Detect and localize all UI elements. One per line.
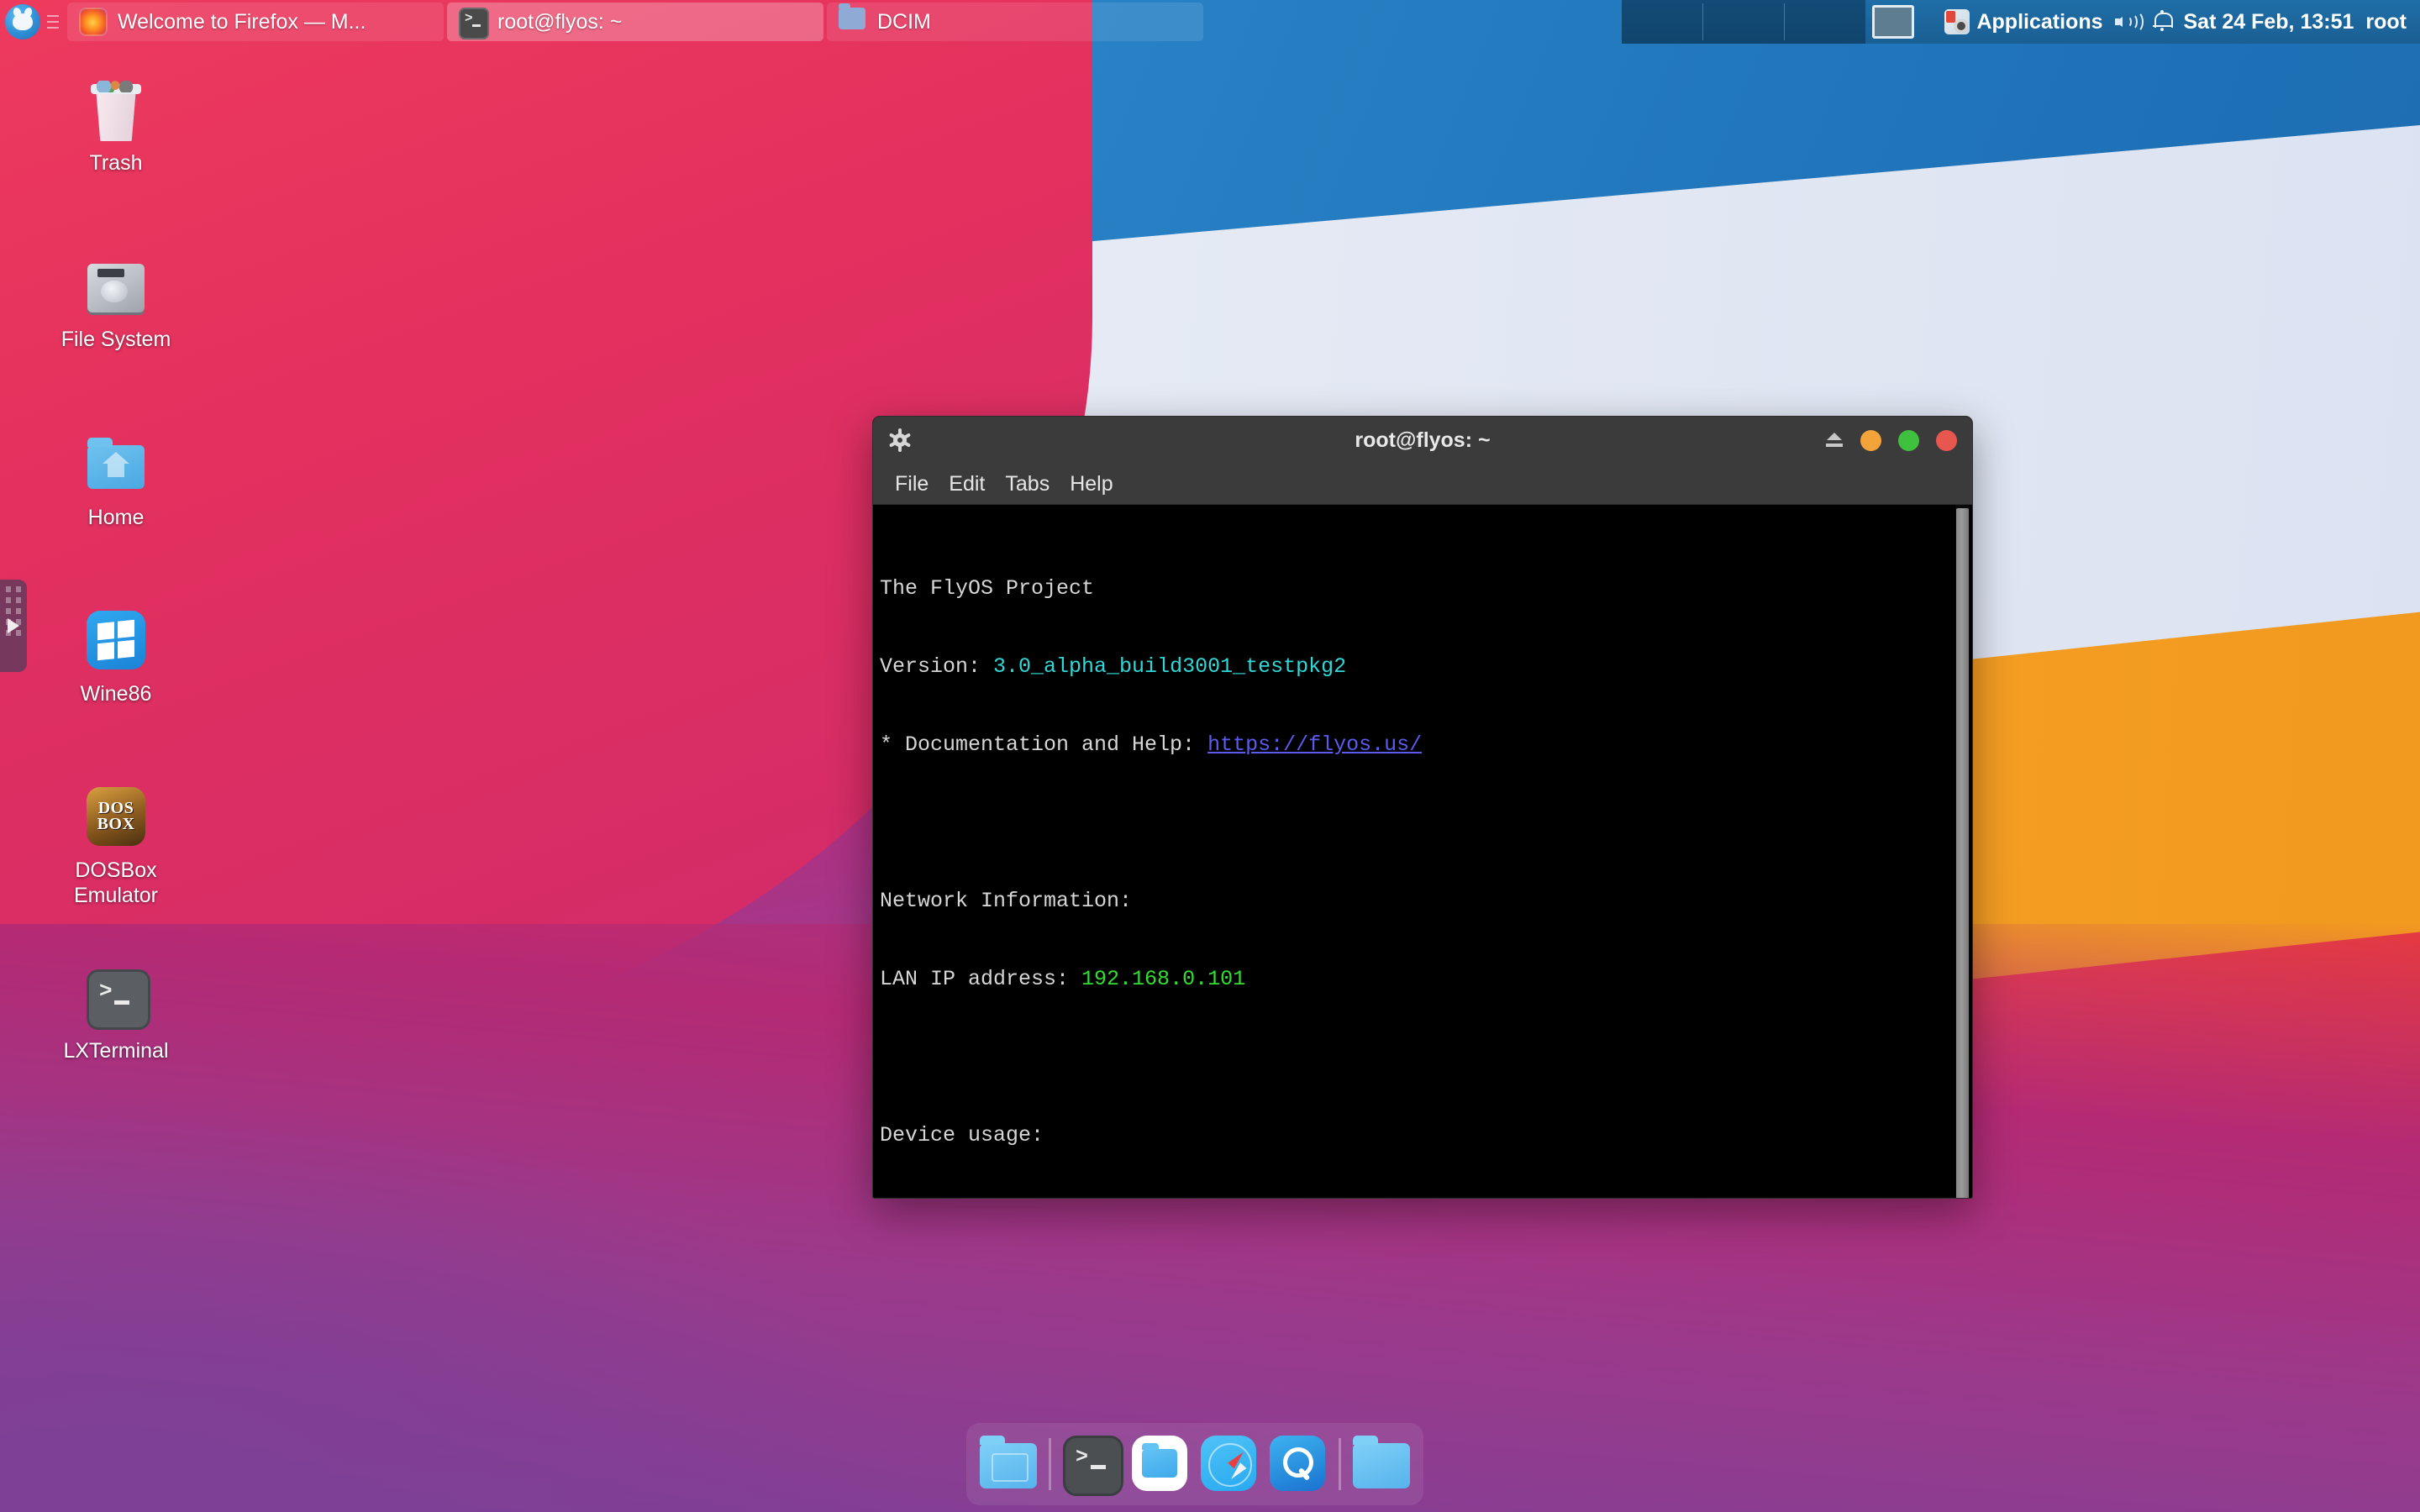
terminal-line-network-header: Network Information: [880,888,1972,914]
desktop-screen: Trash File System Home Wine86 DOS BOX DO… [0,0,2420,1512]
system-tray: Applications Sat 24 Feb, 13:51 root [1931,0,2420,44]
terminal-blank-1 [880,810,1972,836]
dock-item-browser[interactable] [1201,1436,1258,1493]
gear-icon[interactable] [888,428,912,452]
dock-separator [1049,1438,1051,1490]
task-button-firefox[interactable]: Welcome to Firefox — M... [67,3,444,41]
terminal-line-docs: * Documentation and Help: https://flyos.… [880,732,1972,758]
terminal-line-lan: LAN IP address: 192.168.0.101 [880,966,1972,992]
terminal-window[interactable]: root@flyos: ~ File Edit Tabs Help The Fl… [872,416,1973,1199]
top-panel: Welcome to Firefox — M... root@flyos: ~ … [0,0,2420,44]
docs-label: * Documentation and Help: [880,732,1208,757]
workspace-3[interactable] [1785,3,1865,40]
dock-item-file-manager[interactable] [980,1436,1037,1493]
terminal-title: root@flyos: ~ [1355,428,1491,452]
menu-file[interactable]: File [885,469,939,500]
docs-link[interactable]: https://flyos.us/ [1207,732,1422,757]
task-label: root@flyos: ~ [497,9,623,34]
applications-menu-icon [1944,9,1970,34]
applications-label: Applications [1976,9,2103,34]
home-folder-icon [81,428,151,499]
harddisk-icon [81,250,151,321]
dock-item-terminal[interactable] [1063,1436,1123,1496]
desktop-icon-wine86[interactable]: Wine86 [32,605,200,707]
dock-item-folder[interactable] [1353,1436,1410,1493]
desktop-icon-label: LXTerminal [63,1039,169,1063]
window-tasklist: Welcome to Firefox — M... root@flyos: ~ … [66,0,1622,44]
desktop-icon-label: DOSBox Emulator [73,858,159,907]
terminal-icon [459,8,489,39]
terminal-scrollbar[interactable] [1955,505,1970,1198]
shade-icon[interactable] [1825,431,1844,449]
task-button-dcim[interactable]: DCIM [827,3,1203,41]
desktop-icon-dosbox[interactable]: DOS BOX DOSBox Emulator [32,781,200,908]
close-button[interactable] [1936,429,1957,451]
text: The FlyOS Project [880,576,1095,601]
trash-icon [81,74,151,144]
desktop-icon-trash[interactable]: Trash [32,74,200,176]
panel-expand-handle[interactable] [0,580,27,672]
menu-tabs[interactable]: Tabs [995,469,1060,500]
dock-separator [1339,1438,1341,1490]
terminal-line-header: The FlyOS Project [880,575,1972,601]
clock[interactable]: Sat 24 Feb, 13:51 [2184,10,2354,34]
dock-item-files[interactable] [1132,1436,1189,1493]
terminal-output-area[interactable]: The FlyOS Project Version: 3.0_alpha_bui… [873,505,1972,1198]
desktop-icon-label: Home [87,506,145,529]
task-label: DCIM [877,9,931,34]
minimize-button[interactable] [1860,429,1881,451]
applications-menu-button[interactable]: Applications [1944,9,2103,34]
dock-item-search[interactable] [1270,1436,1327,1493]
user-label[interactable]: root [2365,10,2407,34]
volume-icon[interactable] [2114,11,2144,33]
terminal-blank-2 [880,1044,1972,1070]
version-label: Version: [880,654,994,679]
desktop-icon-label: Wine86 [80,682,152,706]
windows-logo-icon [81,605,151,675]
lan-value: 192.168.0.101 [1081,967,1246,991]
window-controls [1825,429,1957,451]
text: Network Information: [880,889,1133,913]
version-value: 3.0_alpha_build3001_testpkg2 [993,654,1347,679]
maximize-button[interactable] [1898,429,1919,451]
lan-label: LAN IP address: [880,967,1082,991]
panel-handle-icon[interactable] [47,8,59,35]
panel-right-section: Applications Sat 24 Feb, 13:51 root [1622,0,2420,44]
menu-help[interactable]: Help [1060,469,1123,500]
terminal-line-version: Version: 3.0_alpha_build3001_testpkg2 [880,654,1972,680]
dosbox-icon: DOS BOX [81,781,151,852]
bell-icon[interactable] [2152,10,2173,34]
dock [966,1423,1423,1505]
expand-arrow-icon [8,618,19,633]
firefox-icon [79,8,108,36]
display-icon[interactable] [1872,5,1915,39]
menu-edit[interactable]: Edit [939,469,995,500]
desktop-icon-lxterminal[interactable]: LXTerminal [32,962,200,1064]
whisker-menu-icon[interactable] [5,4,40,39]
scrollbar-thumb[interactable] [1956,508,1969,1198]
desktop-icon-label: File System [60,328,171,351]
terminal-titlebar[interactable]: root@flyos: ~ [873,417,1972,464]
terminal-menubar: File Edit Tabs Help [873,464,1972,505]
workspace-1[interactable] [1622,3,1704,40]
terminal-line-device-header: Device usage: [880,1122,1972,1148]
dosbox-glyph-bottom: BOX [97,815,135,833]
workspace-2[interactable] [1703,3,1786,40]
panel-left-section [0,0,66,44]
text: Device usage: [880,1123,1044,1147]
task-label: Welcome to Firefox — M... [118,9,366,34]
folder-icon [839,3,867,36]
desktop-icon-file-system[interactable]: File System [32,250,200,353]
terminal-icon [81,962,151,1032]
workspace-switcher[interactable] [1622,0,1866,44]
desktop-icon-home[interactable]: Home [32,428,200,531]
task-button-terminal[interactable]: root@flyos: ~ [447,3,823,41]
desktop-icon-label: Trash [89,151,143,175]
